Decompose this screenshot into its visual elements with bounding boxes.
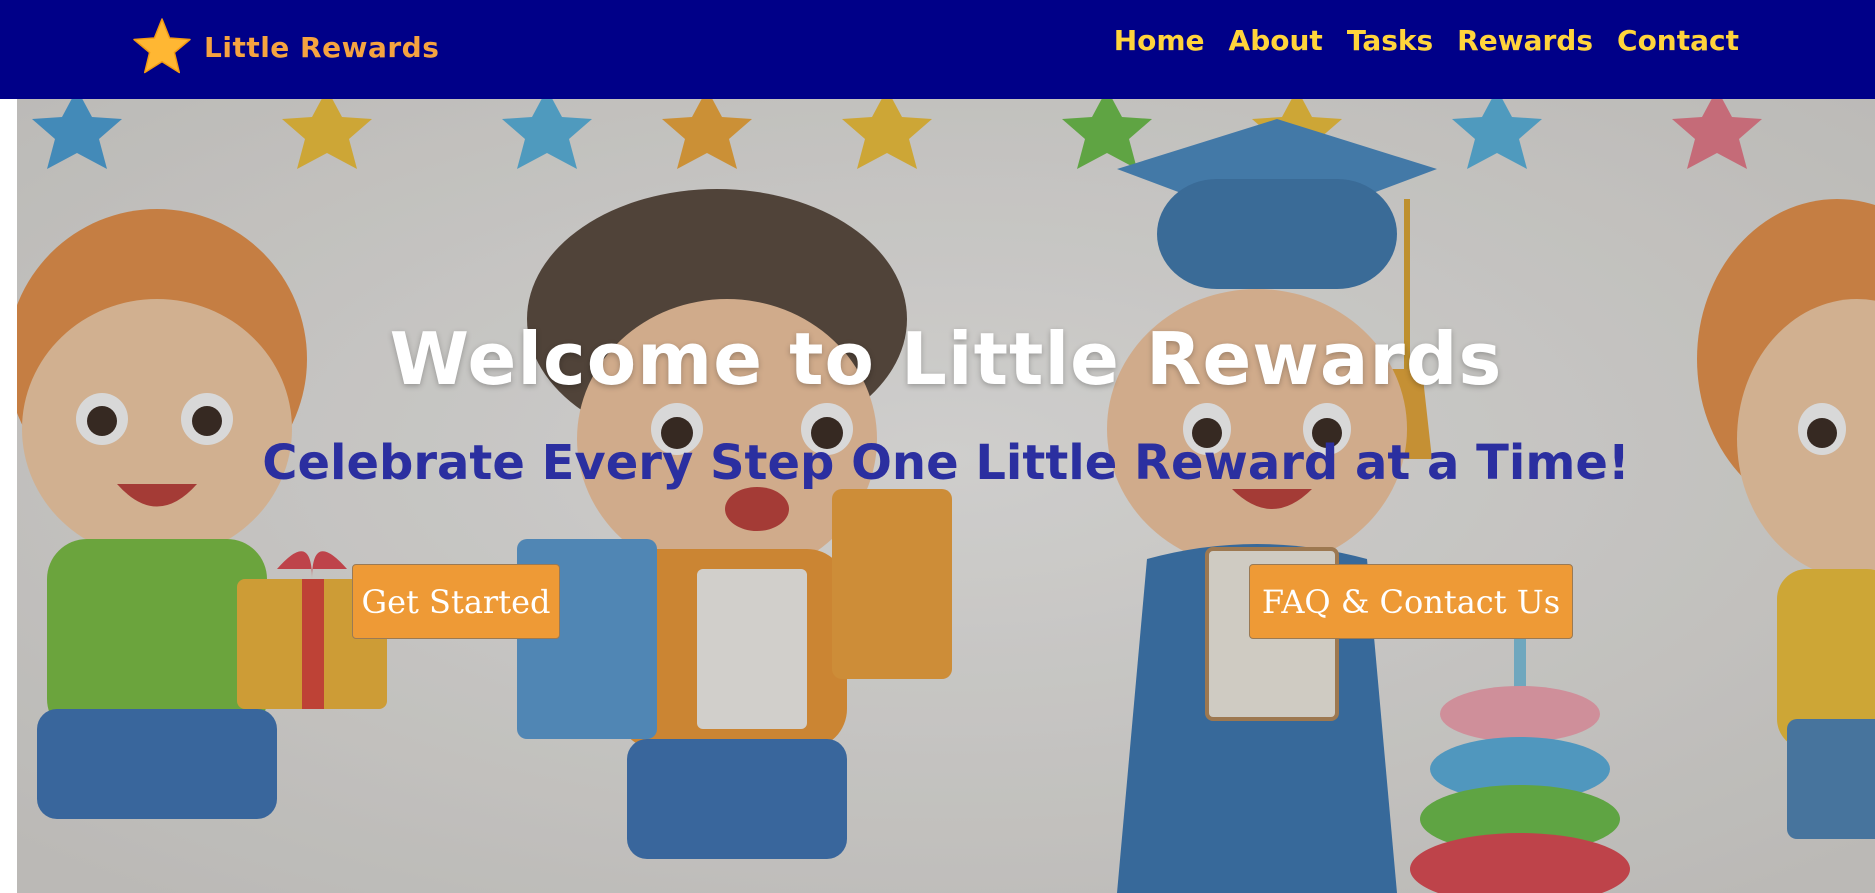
brand-name: Little Rewards (204, 30, 440, 64)
hero-title: Welcome to Little Rewards (389, 317, 1503, 401)
nav-home-link[interactable]: Home (1114, 24, 1205, 57)
nav-tasks-link[interactable]: Tasks (1347, 24, 1433, 57)
hero-subtitle: Celebrate Every Step One Little Reward a… (262, 435, 1630, 491)
top-navbar: Little Rewards Home About Tasks Rewards … (0, 0, 1875, 99)
nav-contact-link[interactable]: Contact (1617, 24, 1739, 57)
faq-contact-button[interactable]: FAQ & Contact Us (1249, 564, 1573, 639)
main-nav: Home About Tasks Rewards Contact (1114, 24, 1739, 57)
hero-overlay (17, 99, 1875, 893)
hero-section: Welcome to Little Rewards Celebrate Ever… (17, 99, 1875, 893)
brand-logo-link[interactable]: Little Rewards (132, 17, 439, 77)
nav-about-link[interactable]: About (1229, 24, 1323, 57)
nav-rewards-link[interactable]: Rewards (1457, 24, 1593, 57)
get-started-button[interactable]: Get Started (352, 564, 560, 639)
star-icon (132, 17, 192, 77)
